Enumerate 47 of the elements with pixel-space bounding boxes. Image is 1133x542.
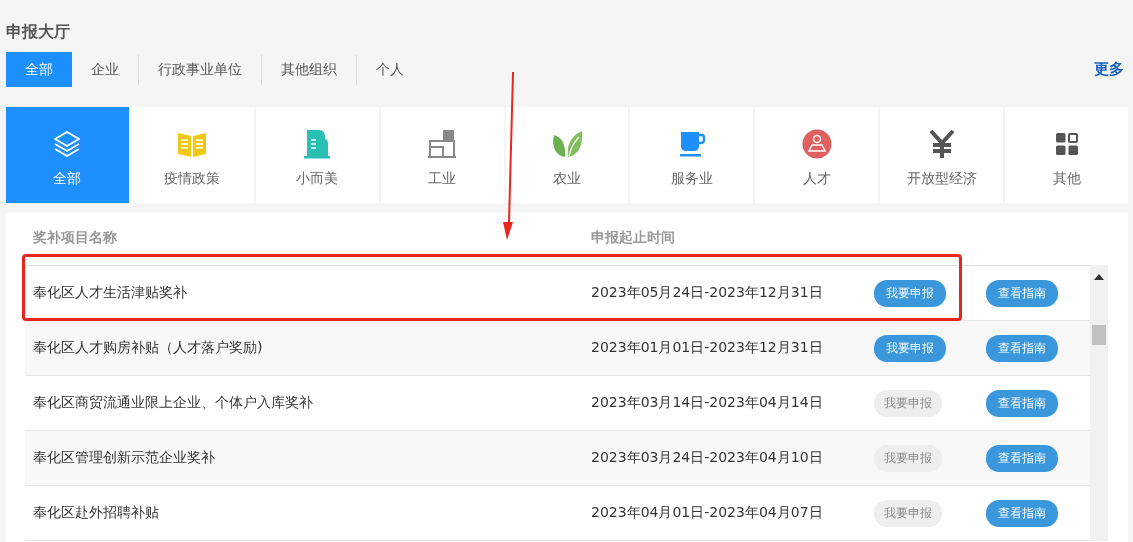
- person-icon: [801, 129, 832, 159]
- project-name: 奉化区人才购房补贴（人才落户奖励): [33, 339, 263, 355]
- column-header: 申报起止时间: [591, 229, 676, 247]
- filter-tab[interactable]: 个人: [357, 52, 423, 87]
- guide-button[interactable]: 查看指南: [986, 444, 1058, 472]
- factory-icon: [427, 129, 458, 159]
- more-link[interactable]: 更多: [1094, 60, 1124, 79]
- leaf-icon: [551, 129, 583, 159]
- grid-icon: [1055, 133, 1078, 155]
- category-tile[interactable]: 农业: [505, 107, 629, 203]
- category-tile[interactable]: 开放型经济: [880, 107, 1004, 203]
- apply-button[interactable]: 我要申报: [874, 334, 946, 362]
- project-name: 奉化区商贸流通业限上企业、个体户入库奖补: [33, 394, 313, 410]
- column-header: 奖补项目名称: [32, 229, 118, 247]
- apply-button[interactable]: 我要申报: [874, 279, 946, 307]
- date-range: 2023年01月01日-2023年12月31日: [591, 339, 823, 355]
- project-name: 奉化区人才生活津贴奖补: [33, 284, 187, 300]
- category-tile[interactable]: 工业: [380, 107, 504, 203]
- project-name: 奉化区管理创新示范企业奖补: [33, 449, 215, 465]
- category-tile[interactable]: 全部: [6, 107, 129, 203]
- filter-tab[interactable]: 企业: [72, 52, 138, 87]
- scroll-up-icon[interactable]: [1094, 274, 1104, 280]
- yen-icon: [928, 130, 955, 158]
- category-tile[interactable]: 人才: [755, 107, 879, 203]
- guide-button[interactable]: 查看指南: [986, 389, 1058, 417]
- filter-tab[interactable]: 其他组织: [262, 52, 356, 87]
- scrollbar[interactable]: [1090, 265, 1108, 541]
- project-name: 奉化区赴外招聘补贴: [33, 504, 159, 520]
- date-range: 2023年03月14日-2023年04月14日: [591, 394, 823, 410]
- guide-button[interactable]: 查看指南: [986, 334, 1058, 362]
- filter-tab[interactable]: 全部: [6, 52, 72, 87]
- layers-icon: [52, 129, 83, 159]
- category-tile[interactable]: 疫情政策: [130, 107, 254, 203]
- date-range: 2023年05月24日-2023年12月31日: [591, 284, 823, 300]
- date-range: 2023年04月01日-2023年04月07日: [591, 504, 823, 520]
- date-range: 2023年03月24日-2023年04月10日: [591, 449, 823, 465]
- scroll-thumb[interactable]: [1092, 325, 1106, 345]
- category-tile[interactable]: 小而美: [255, 107, 379, 203]
- guide-button[interactable]: 查看指南: [986, 279, 1058, 307]
- guide-button[interactable]: 查看指南: [986, 499, 1058, 527]
- filter-tab[interactable]: 行政事业单位: [139, 52, 261, 87]
- category-tile[interactable]: 其他: [1005, 107, 1128, 203]
- document-icon: [303, 129, 332, 159]
- book-icon: [177, 130, 208, 158]
- cup-icon: [678, 130, 705, 158]
- page-title: 申报大厅: [6, 22, 70, 42]
- category-tile[interactable]: 服务业: [630, 107, 754, 203]
